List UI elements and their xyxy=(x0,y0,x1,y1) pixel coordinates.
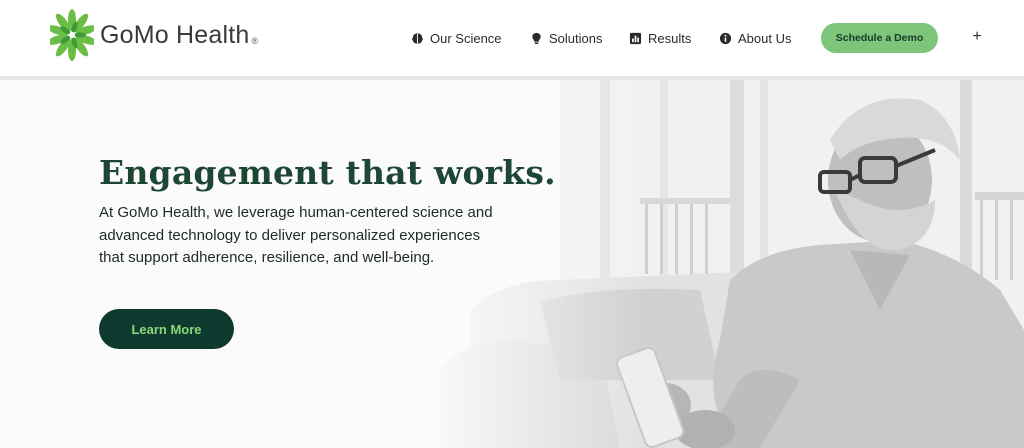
brand-wordmark: GoMo Health ® xyxy=(100,21,258,50)
nav-label: Results xyxy=(648,30,692,46)
nav-item-about-us[interactable]: About Us xyxy=(719,31,791,46)
nav-label: Solutions xyxy=(549,30,603,46)
leaf-burst-icon xyxy=(50,9,94,61)
site-header: GoMo Health ® Our Science Solutions Resu… xyxy=(0,0,1024,76)
nav-label: About Us xyxy=(738,30,792,46)
learn-more-button[interactable]: Learn More xyxy=(99,309,234,349)
hero-title: Engagement that works. xyxy=(99,153,556,192)
nav-item-our-science[interactable]: Our Science xyxy=(411,31,502,46)
info-icon xyxy=(719,32,732,44)
schedule-demo-button[interactable]: Schedule a Demo xyxy=(821,23,938,53)
nav-label: Our Science xyxy=(430,30,502,46)
hero-description: At GoMo Health, we leverage human-center… xyxy=(99,204,493,266)
lightbulb-icon xyxy=(532,32,541,44)
bar-chart-icon xyxy=(629,32,642,44)
brain-icon xyxy=(412,32,423,44)
registered-mark: ® xyxy=(251,35,259,46)
brand-logo[interactable]: GoMo Health ® xyxy=(50,6,258,64)
nav-item-solutions[interactable]: Solutions xyxy=(530,31,602,46)
expand-menu-button[interactable]: + xyxy=(969,27,985,47)
brand-name: GoMo Health xyxy=(100,20,250,49)
hero-section: Engagement that works. At GoMo Health, w… xyxy=(0,80,1024,448)
nav-item-results[interactable]: Results xyxy=(629,31,691,46)
